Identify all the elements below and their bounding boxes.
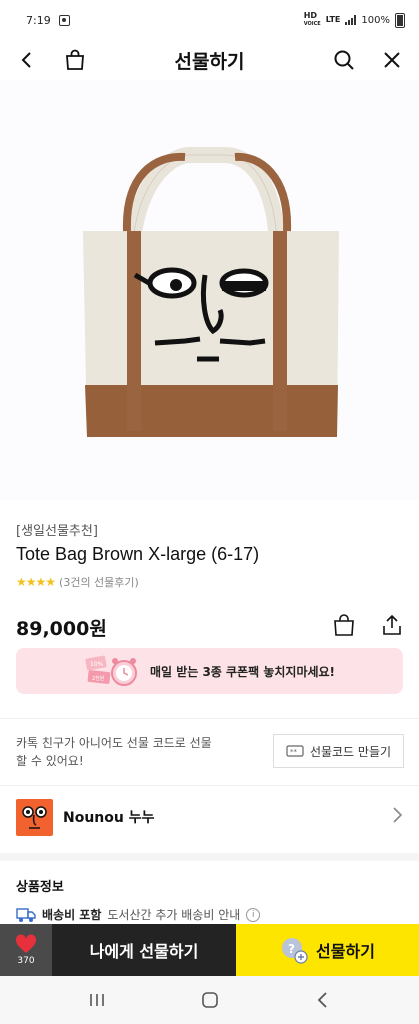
brand-logo <box>16 798 53 836</box>
share-icon[interactable] <box>379 612 405 638</box>
heart-icon <box>15 934 37 953</box>
coupon-banner-text: 매일 받는 3종 쿠폰팩 놓치지마세요! <box>149 664 336 679</box>
shipping-row: 배송비 포함 도서산간 추가 배송비 안내 i <box>16 906 261 923</box>
network-hd-indicator: HD VOICE <box>303 11 321 28</box>
product-price: 89,000원 <box>16 618 107 640</box>
friend-select-icon: ? <box>282 938 308 964</box>
divider <box>0 718 419 719</box>
gift-button-label: 선물하기 <box>316 942 375 961</box>
tote-bag-illustration <box>82 147 339 437</box>
bottom-action-bar: 370 나에게 선물하기 ? 선물하기 <box>0 924 419 976</box>
battery-percent: 100% <box>361 14 390 26</box>
status-time: 7:19 <box>26 13 51 27</box>
svg-text:2천원: 2천원 <box>92 675 105 682</box>
chevron-right-icon <box>391 806 403 828</box>
gift-button[interactable]: ? 선물하기 <box>236 924 419 976</box>
recent-apps-icon[interactable] <box>77 980 117 1020</box>
review-count-link[interactable]: (3건의 선물후기) <box>59 574 139 590</box>
gift-code-section: 카톡 친구가 아니어도 선물 코드로 선물 할 수 있어요! ** 선물코드 만… <box>0 728 419 784</box>
battery-icon <box>395 12 405 28</box>
coupon-banner[interactable]: 10% 2천원 매일 받는 3종 쿠폰팩 놓치지마세요! <box>16 648 403 694</box>
rating-row[interactable]: ★★★★ (3건의 선물후기) <box>16 574 139 590</box>
wish-count: 370 <box>17 956 35 966</box>
ticket-icon: ** <box>286 745 304 757</box>
delivery-truck-icon <box>16 907 36 922</box>
close-icon[interactable] <box>377 45 407 75</box>
shopping-bag-icon[interactable] <box>60 45 90 75</box>
brand-name: Nounou 누누 <box>63 810 155 826</box>
status-bar: 7:19 HD VOICE LTE 100% <box>0 0 419 40</box>
brand-row[interactable]: Nounou 누누 <box>0 786 419 848</box>
back-icon[interactable] <box>12 45 42 75</box>
product-info-title: 상품정보 <box>16 880 64 895</box>
extra-shipping-info-link[interactable]: 도서산간 추가 배송비 안내 <box>107 906 240 923</box>
shipping-included-label: 배송비 포함 <box>42 908 102 922</box>
wish-button[interactable]: 370 <box>0 924 52 976</box>
gift-code-description: 카톡 친구가 아니어도 선물 코드로 선물 할 수 있어요! <box>16 736 212 768</box>
system-back-icon[interactable] <box>303 980 343 1020</box>
network-lte-indicator: LTE <box>325 15 341 24</box>
search-icon[interactable] <box>329 45 359 75</box>
svg-text:**: ** <box>290 748 298 756</box>
signal-icon <box>345 15 357 25</box>
product-image[interactable] <box>0 80 419 500</box>
create-gift-code-label: 선물코드 만들기 <box>309 744 392 759</box>
svg-text:10%: 10% <box>90 661 104 668</box>
create-gift-code-button[interactable]: ** 선물코드 만들기 <box>273 734 404 768</box>
cart-bag-icon[interactable] <box>331 612 357 638</box>
product-tag: [생일선물추천] <box>16 524 98 539</box>
section-divider <box>0 853 419 861</box>
rating-stars: ★★★★ <box>16 575 56 589</box>
product-name: Tote Bag Brown X-large (6-17) <box>16 544 260 564</box>
home-icon[interactable] <box>190 980 230 1020</box>
svg-text:?: ? <box>288 942 295 956</box>
gift-to-me-button[interactable]: 나에게 선물하기 <box>52 924 236 976</box>
notification-app-icon <box>58 14 70 26</box>
info-icon[interactable]: i <box>246 907 261 922</box>
coupon-alarm-icon: 10% 2천원 <box>84 653 140 689</box>
system-nav-bar <box>0 976 419 1024</box>
top-header: 선물하기 <box>0 40 419 80</box>
